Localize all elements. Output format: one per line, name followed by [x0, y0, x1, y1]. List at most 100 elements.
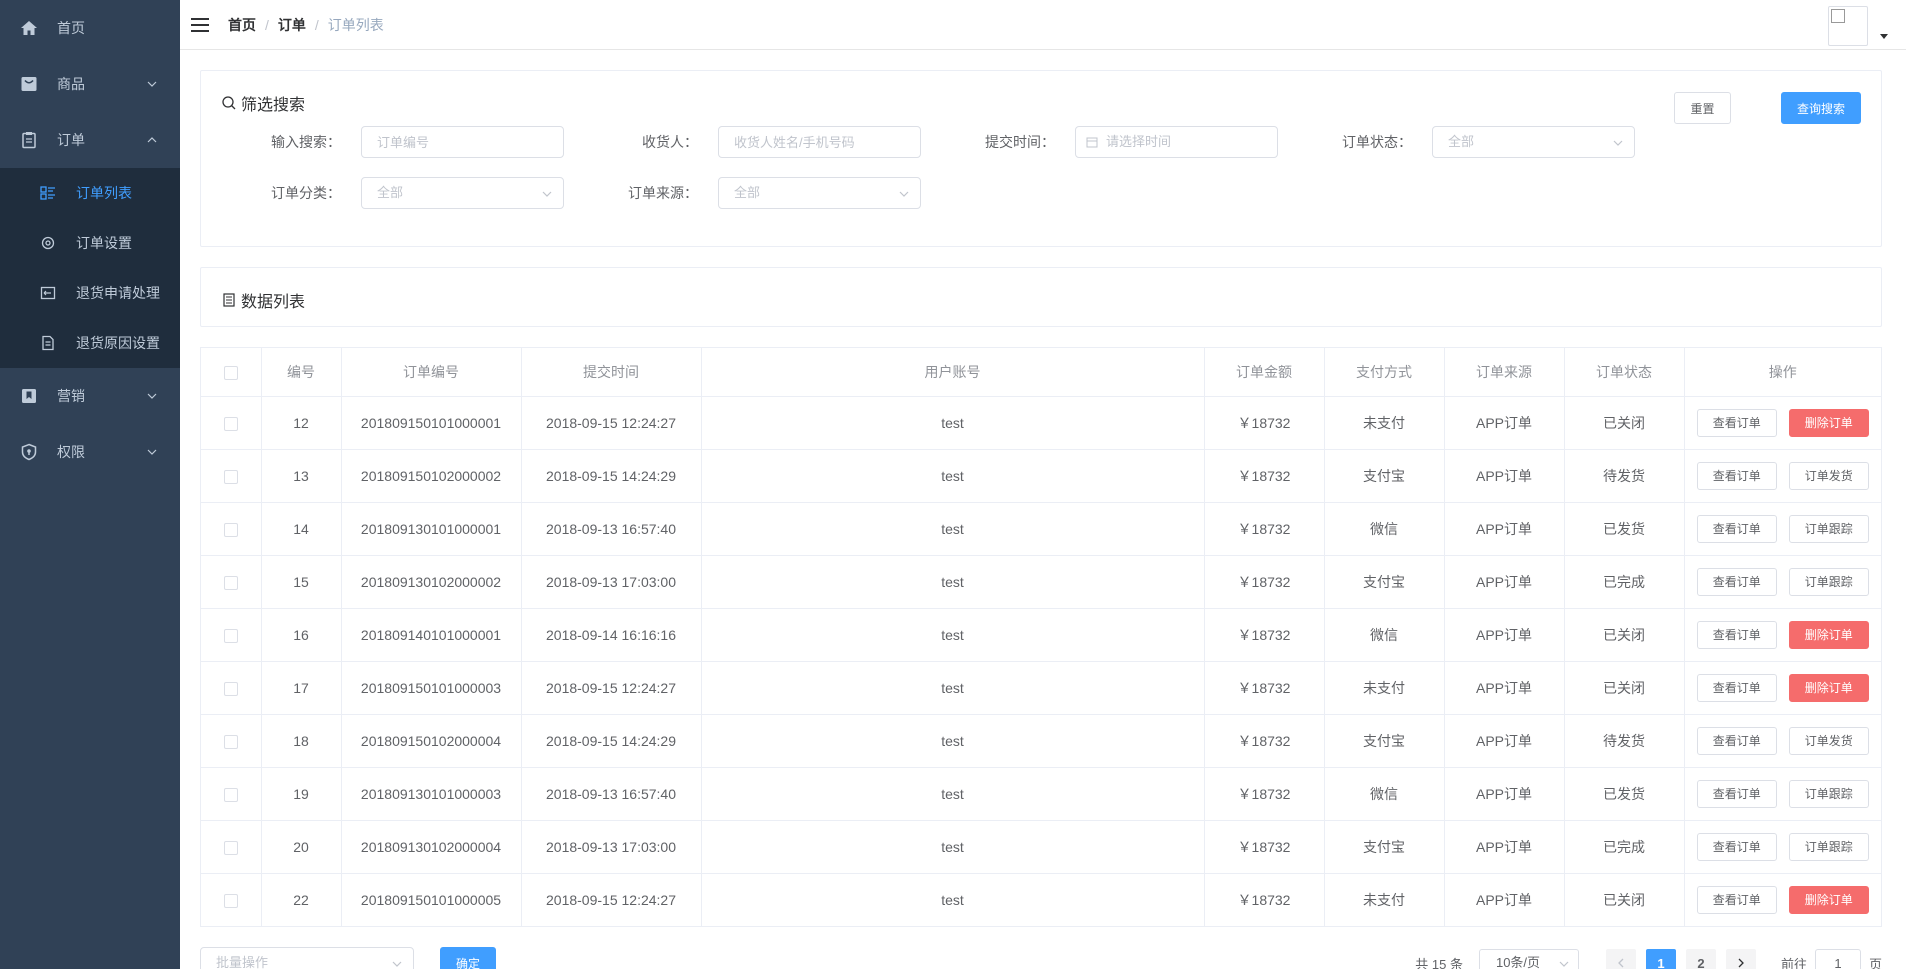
sidebar-item-order-list[interactable]: 订单列表: [0, 168, 180, 218]
view-order-button[interactable]: 查看订单: [1696, 885, 1777, 914]
sidebar-item-order-settings[interactable]: 订单设置: [0, 218, 180, 268]
col-header: 支付方式: [1324, 348, 1445, 397]
table-row: 19 201809130101000003 2018-09-13 16:57:40 t…: [201, 767, 1881, 821]
cell-id: 17: [261, 661, 342, 715]
delete-order-button[interactable]: 删除订单: [1788, 408, 1869, 437]
cell-order-sn: 201809130102000004: [341, 820, 522, 874]
order-source-select[interactable]: 全部: [718, 177, 921, 209]
page-1-button[interactable]: 1: [1645, 949, 1676, 969]
view-order-button[interactable]: 查看订单: [1696, 620, 1777, 649]
select-all-cell: [201, 348, 262, 397]
view-order-button[interactable]: 查看订单: [1696, 673, 1777, 702]
row-checkbox-cell: [201, 661, 262, 715]
row-checkbox-cell: [201, 714, 262, 768]
row-checkbox[interactable]: [223, 893, 238, 908]
cell-pay-type: 支付宝: [1324, 714, 1445, 768]
view-order-button[interactable]: 查看订单: [1696, 514, 1777, 543]
page-jumper: 前往 页: [1781, 949, 1882, 969]
table-row: 14 201809130101000001 2018-09-13 16:57:40 t…: [201, 502, 1881, 556]
cell-order-sn: 201809130102000002: [341, 555, 522, 609]
cell-amount: ￥18732: [1204, 555, 1325, 609]
order-action-button[interactable]: 订单发货: [1788, 461, 1869, 490]
sidebar-item-home[interactable]: 首页: [0, 0, 180, 56]
cell-amount: ￥18732: [1204, 714, 1325, 768]
data-list-card: 数据列表: [200, 267, 1882, 327]
confirm-button[interactable]: 确定: [440, 947, 496, 969]
sidebar-item-label: 商品: [57, 76, 85, 92]
col-header: 订单金额: [1204, 348, 1325, 397]
page-size-select[interactable]: 10条/页: [1478, 949, 1579, 969]
row-checkbox[interactable]: [223, 628, 238, 643]
avatar[interactable]: [1828, 6, 1868, 46]
cell-user: test: [701, 396, 1205, 450]
delete-order-button[interactable]: 删除订单: [1788, 673, 1869, 702]
cell-amount: ￥18732: [1204, 608, 1325, 662]
order-action-button[interactable]: 订单发货: [1788, 726, 1869, 755]
category-value: 全部: [377, 185, 404, 200]
cell-pay-type: 支付宝: [1324, 555, 1445, 609]
order-action-button[interactable]: 订单跟踪: [1788, 779, 1869, 808]
sidebar-item-return-reason[interactable]: 退货原因设置: [0, 318, 180, 368]
row-checkbox[interactable]: [223, 575, 238, 590]
batch-operation-select[interactable]: 批量操作: [200, 947, 414, 969]
status-value: 全部: [1448, 134, 1475, 149]
filter-title-text: 筛选搜索: [241, 97, 306, 114]
main-content: 筛选搜索 重置 查询搜索 输入搜索： 收货人： 提交时间： 请选择时间 订单状态…: [200, 70, 1882, 969]
date-picker[interactable]: 请选择时间: [1075, 126, 1278, 158]
delete-order-button[interactable]: 删除订单: [1788, 620, 1869, 649]
view-order-button[interactable]: 查看订单: [1696, 461, 1777, 490]
view-order-button[interactable]: 查看订单: [1696, 832, 1777, 861]
chevron-down-icon: [1559, 961, 1569, 967]
total-count: 共 15 条: [1415, 956, 1463, 969]
row-checkbox[interactable]: [223, 522, 238, 537]
order-status-select[interactable]: 全部: [1432, 126, 1635, 158]
sidebar-item-orders[interactable]: 订单: [0, 112, 180, 168]
sidebar-item-label: 首页: [57, 20, 85, 36]
sidebar-item-products[interactable]: 商品: [0, 56, 180, 112]
query-search-button[interactable]: 查询搜索: [1781, 92, 1861, 124]
reset-button[interactable]: 重置: [1674, 92, 1731, 124]
row-checkbox[interactable]: [223, 416, 238, 431]
order-action-button[interactable]: 订单跟踪: [1788, 567, 1869, 596]
cell-amount: ￥18732: [1204, 767, 1325, 821]
view-order-button[interactable]: 查看订单: [1696, 779, 1777, 808]
select-all-checkbox[interactable]: [223, 365, 238, 380]
cell-status: 已关闭: [1564, 873, 1685, 926]
order-action-button[interactable]: 订单跟踪: [1788, 832, 1869, 861]
order-sn-input[interactable]: [361, 126, 564, 158]
bookmark-icon: [20, 387, 38, 405]
sidebar-item-marketing[interactable]: 营销: [0, 368, 180, 424]
cell-user: test: [701, 873, 1205, 926]
receiver-input[interactable]: [718, 126, 921, 158]
cell-source: APP订单: [1444, 820, 1565, 874]
row-checkbox[interactable]: [223, 787, 238, 802]
filter-card: 筛选搜索 重置 查询搜索 输入搜索： 收货人： 提交时间： 请选择时间 订单状态…: [200, 70, 1882, 247]
row-checkbox[interactable]: [223, 840, 238, 855]
chevron-down-icon: [392, 961, 402, 967]
caret-down-icon[interactable]: [1880, 34, 1888, 39]
hamburger-menu-icon[interactable]: [190, 15, 210, 35]
sidebar-item-permissions[interactable]: 权限: [0, 424, 180, 480]
goto-page-input[interactable]: [1814, 949, 1861, 969]
order-category-select[interactable]: 全部: [361, 177, 564, 209]
page-2-button[interactable]: 2: [1685, 949, 1716, 969]
chevron-down-icon: [1613, 140, 1623, 146]
row-checkbox[interactable]: [223, 681, 238, 696]
cell-source: APP订单: [1444, 449, 1565, 503]
cell-source: APP订单: [1444, 555, 1565, 609]
next-page-button[interactable]: [1725, 949, 1756, 969]
row-checkbox-cell: [201, 555, 262, 609]
cell-submit-time: 2018-09-14 16:16:16: [521, 608, 702, 662]
row-checkbox[interactable]: [223, 734, 238, 749]
prev-page-button[interactable]: [1605, 949, 1636, 969]
row-checkbox[interactable]: [223, 469, 238, 484]
view-order-button[interactable]: 查看订单: [1696, 726, 1777, 755]
order-action-button[interactable]: 订单跟踪: [1788, 514, 1869, 543]
cell-actions: 查看订单 删除订单: [1684, 661, 1881, 715]
breadcrumb-orders[interactable]: 订单: [278, 15, 306, 35]
delete-order-button[interactable]: 删除订单: [1788, 885, 1869, 914]
breadcrumb-home[interactable]: 首页: [228, 15, 256, 35]
view-order-button[interactable]: 查看订单: [1696, 408, 1777, 437]
view-order-button[interactable]: 查看订单: [1696, 567, 1777, 596]
sidebar-item-return-apply[interactable]: 退货申请处理: [0, 268, 180, 318]
